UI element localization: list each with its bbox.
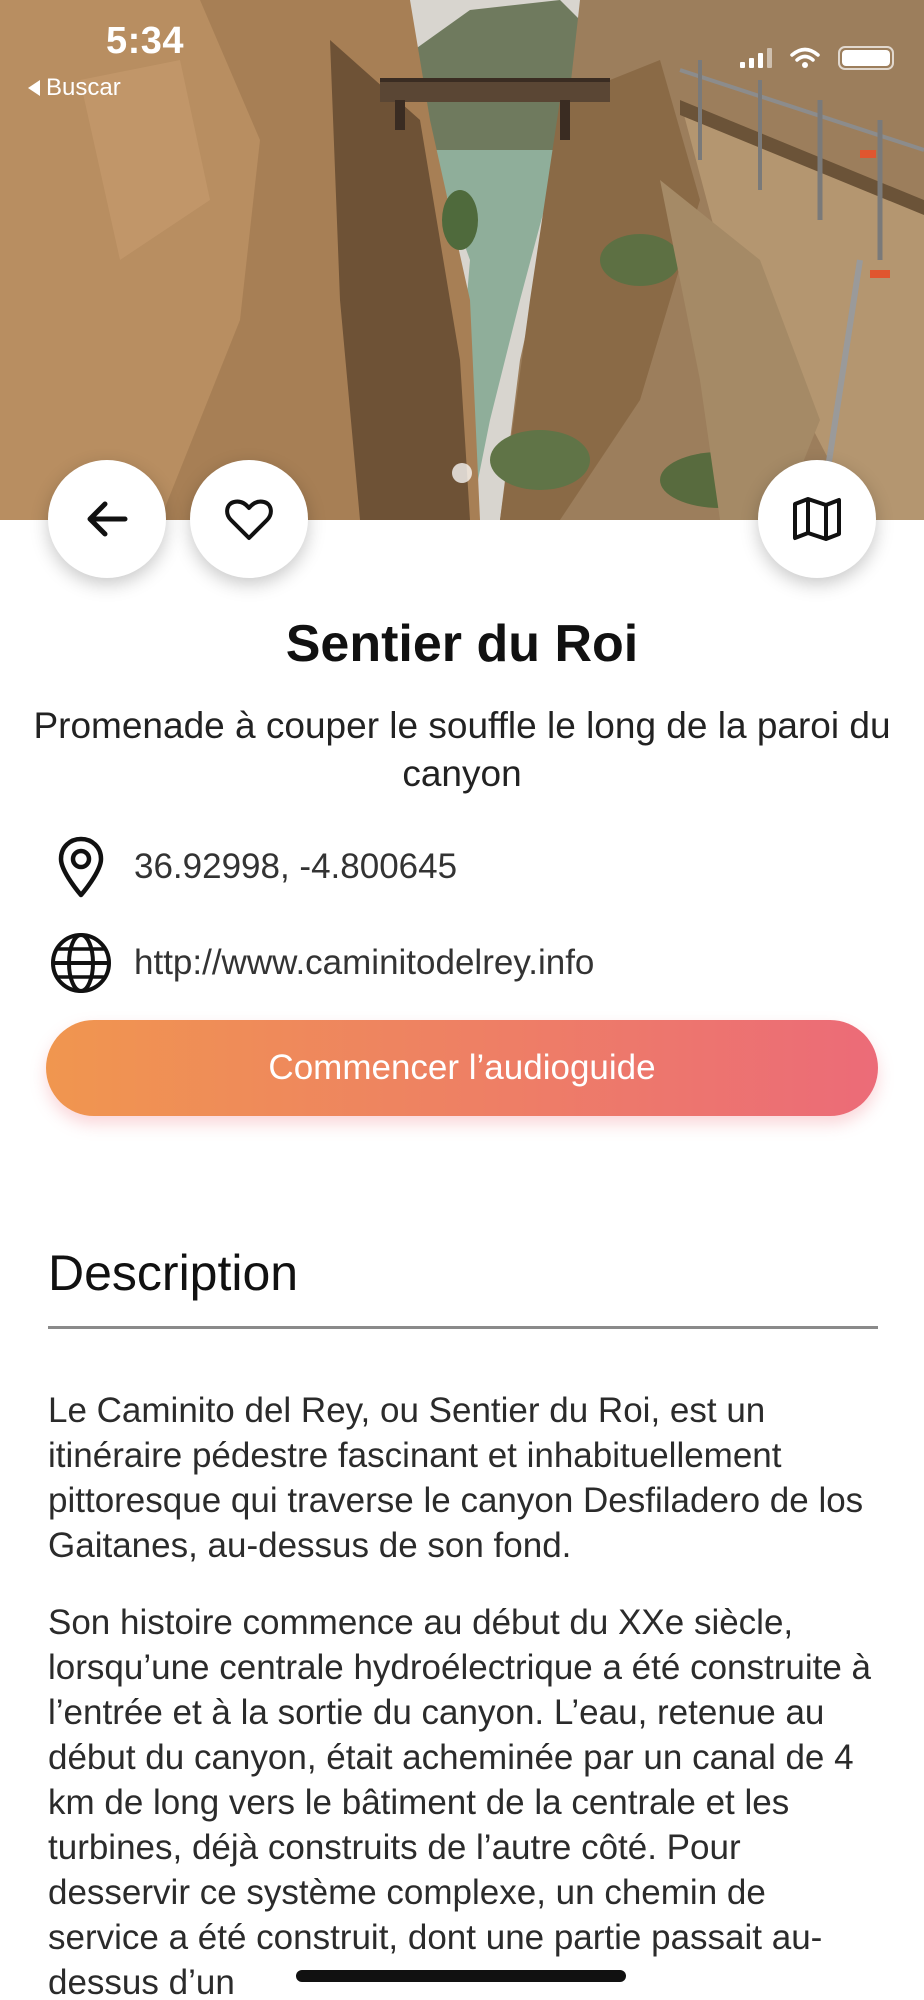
description-paragraph: Le Caminito del Rey, ou Sentier du Roi, … [48,1391,864,1565]
heart-icon [225,499,273,540]
coordinates-row[interactable]: 36.92998, -4.800645 [48,834,457,900]
location-pin-icon [58,836,104,898]
map-icon [793,497,841,541]
battery-icon [838,46,894,70]
website-link[interactable]: http://www.caminitodelrey.info [134,943,594,983]
status-time: 5:34 [106,20,185,62]
section-divider [48,1326,878,1329]
globe-icon [51,933,111,993]
place-subtitle: Promenade à couper le souffle le long de… [33,705,891,794]
place-detail-screen: 5:34 Buscar Sentier du Roi Promenade à c… [0,0,924,2000]
canyon-photo [0,0,924,520]
description-paragraph: Son histoire commence au début du XXe si… [48,1603,871,2000]
website-row[interactable]: http://www.caminitodelrey.info [48,930,594,996]
back-to-app-label: Buscar [46,74,121,101]
favorite-button[interactable] [190,460,308,578]
back-to-app-link[interactable]: Buscar [28,74,121,102]
place-title: Sentier du Roi [285,615,639,673]
signal-icon [740,48,772,68]
carousel-page-indicator [452,463,472,483]
map-button[interactable] [758,460,876,578]
home-indicator[interactable] [296,1970,626,1982]
hero-image[interactable]: 5:34 Buscar [0,0,924,520]
arrow-left-icon [87,501,128,537]
description-heading: Description [48,1245,299,1301]
back-button[interactable] [48,460,166,578]
status-indicators [740,46,894,70]
back-triangle-icon [28,80,40,96]
coordinates-text: 36.92998, -4.800645 [134,847,458,886]
wifi-icon [790,47,820,68]
start-audioguide-button[interactable]: Commencer l’audioguide [46,1020,878,1116]
